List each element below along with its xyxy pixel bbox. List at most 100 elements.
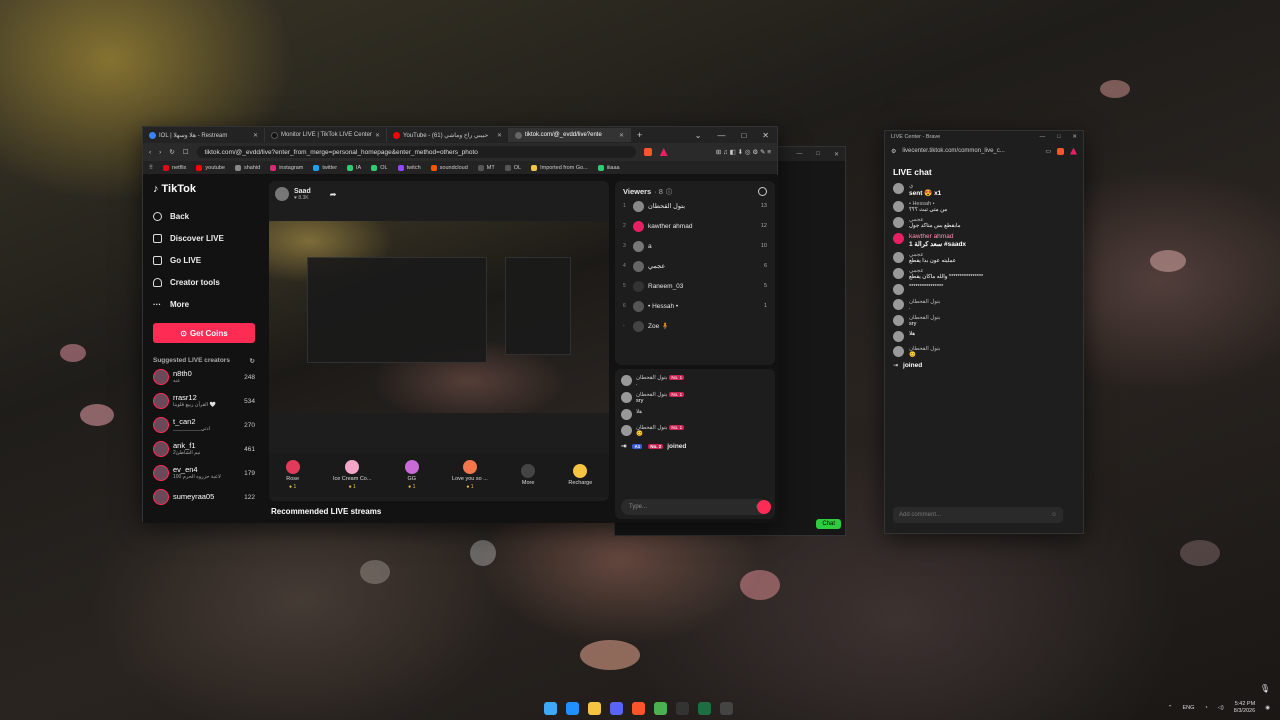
minimize-icon[interactable]: — — [1040, 134, 1046, 140]
creator-item[interactable]: sumeyraa05 122 — [153, 485, 255, 509]
settings-gear-icon[interactable] — [758, 187, 767, 196]
get-coins-button[interactable]: ⊙ Get Coins — [153, 323, 255, 343]
chevron-down-icon[interactable]: ⌄ — [695, 131, 702, 140]
viewer-row[interactable]: 6 • Hessah • 1 — [623, 296, 767, 316]
bookmark-item[interactable]: soundcloud — [430, 164, 468, 171]
bookmark-item[interactable]: twitter — [313, 164, 337, 171]
gift-item[interactable]: Recharge — [568, 464, 592, 486]
video-mini-window — [505, 257, 571, 355]
app-icon[interactable] — [676, 702, 689, 715]
wifi-icon[interactable]: ◔ — [1204, 705, 1207, 711]
windows-icon[interactable] — [544, 702, 557, 715]
gift-item[interactable]: Love you so ... ● 1 — [452, 460, 488, 490]
maximize-icon[interactable]: □ — [741, 131, 746, 140]
bookmark-icon[interactable]: ☐ — [183, 148, 189, 156]
creator-item[interactable]: t_can2 __________ادتي 270 — [153, 413, 255, 437]
viewer-row[interactable]: 5 Raneem_03 5 — [623, 276, 767, 296]
clock[interactable]: 5:42 PM 8/3/2026 — [1234, 701, 1255, 715]
close-window-icon[interactable]: ✕ — [762, 131, 769, 140]
info-icon[interactable]: ⓘ — [666, 187, 672, 196]
host-info[interactable]: Saad ♥ 8.3K ➦ — [275, 187, 336, 201]
refresh-icon[interactable]: ↻ — [250, 357, 255, 365]
viewer-row[interactable]: - Zoe 🧍 — [623, 316, 767, 336]
viewer-row[interactable]: 4 عجمي 6 — [623, 256, 767, 276]
back-arrow-icon[interactable]: ‹ — [149, 149, 151, 156]
nav-go-live[interactable]: Go LIVE — [153, 249, 255, 271]
heart-like-button[interactable] — [757, 500, 771, 514]
close-window-icon[interactable]: ✕ — [1072, 134, 1077, 140]
bookmark-item[interactable]: shahid — [234, 164, 260, 171]
discord-icon[interactable] — [610, 702, 623, 715]
bookmark-item[interactable]: IA — [347, 164, 361, 171]
notification-icon[interactable]: ◉ — [1265, 705, 1270, 711]
gift-item[interactable]: Rose ● 1 — [285, 460, 300, 490]
nav-more[interactable]: ··· More — [153, 293, 255, 315]
creator-item[interactable]: ev_en4 100 لاعبة حزروه الحرم 179 — [153, 461, 255, 485]
close-icon[interactable]: ✕ — [253, 132, 258, 139]
viewer-row[interactable]: 1 بتول القحطان 13 — [623, 196, 767, 216]
brave-shield-icon[interactable] — [643, 148, 652, 156]
tiktok-logo[interactable]: ♪ TikTok — [153, 183, 255, 195]
emoji-icon[interactable]: ☺ — [1051, 512, 1057, 518]
viewer-row[interactable]: 3 a 10 — [623, 236, 767, 256]
close-icon[interactable]: ✕ — [619, 132, 624, 139]
gift-item[interactable]: GG ● 1 — [404, 460, 419, 490]
reload-icon[interactable]: ↻ — [169, 148, 174, 156]
nav-creator-tools[interactable]: Creator tools — [153, 271, 255, 293]
bookmark-item[interactable]: OL — [371, 164, 388, 171]
bookmark-favicon-icon — [531, 164, 538, 171]
maximize-icon[interactable]: □ — [1057, 134, 1060, 140]
creator-item[interactable]: rrasr12 القرآن ربيع قلوبنا 🤍 534 — [153, 389, 255, 413]
tab-monitor-live[interactable]: Monitor LIVE | TikTok LIVE Center ✕ — [265, 128, 387, 142]
url-field[interactable]: tiktok.com/@_evdd/live?enter_from_merge=… — [196, 146, 636, 158]
brave-rewards-icon[interactable] — [659, 148, 668, 156]
bookmark-item[interactable]: OL — [504, 164, 521, 171]
forward-arrow-icon[interactable]: › — [159, 149, 161, 156]
language-indicator[interactable]: ENG — [1182, 705, 1194, 711]
nav-discover-live[interactable]: Discover LIVE — [153, 227, 255, 249]
live-video[interactable] — [269, 221, 609, 413]
gift-item[interactable]: More — [521, 464, 536, 486]
tab-restream[interactable]: IOL | هلا وسهلا - Restream ✕ — [143, 128, 265, 142]
gift-item[interactable]: Ice Cream Co... ● 1 — [333, 460, 371, 490]
brave-shield-icon[interactable] — [1057, 147, 1064, 155]
brave-rewards-icon[interactable] — [1070, 147, 1077, 155]
bookmark-item[interactable]: iiiaaa — [597, 164, 620, 171]
tune-icon[interactable]: ⚙ — [891, 148, 896, 155]
brave-icon[interactable] — [632, 702, 645, 715]
creator-item[interactable]: n8th0 عنه 248 — [153, 365, 255, 389]
bookmark-item[interactable]: twitch — [397, 164, 421, 171]
creator-item[interactable]: ank_f1 نيم الشاطئ2 461 — [153, 437, 255, 461]
volume-icon[interactable]: ◁) — [1218, 705, 1224, 711]
close-icon[interactable]: ✕ — [497, 132, 502, 139]
apps-grid-icon[interactable]: ⠿ — [149, 165, 153, 171]
chat-input[interactable]: Type...☺ — [621, 499, 771, 515]
bookmark-item[interactable]: Imported from Go... — [531, 164, 588, 171]
bookmark-item[interactable]: instagram — [270, 164, 303, 171]
add-comment-input[interactable]: Add comment... ☺ — [893, 507, 1063, 523]
chrome-icon[interactable] — [654, 702, 667, 715]
files-icon[interactable] — [588, 702, 601, 715]
extensions-icon[interactable]: ⊞ ♫ ◧ ⬇ ◎ ⚙ ✎ ≡ — [716, 148, 771, 156]
new-tab-icon[interactable]: + — [637, 130, 642, 140]
tab-tiktok-live[interactable]: tiktok.com/@_evdd/live?ente ✕ — [509, 128, 631, 142]
share-arrow-icon[interactable]: ➦ — [330, 190, 337, 199]
excel-icon[interactable] — [698, 702, 711, 715]
system-tray: ⌃ ENG ◔ ◁) 5:42 PM 8/3/2026 ◉ — [1168, 701, 1270, 715]
obs-icon[interactable] — [720, 702, 733, 715]
viewer-row[interactable]: 2 kawther ahmad 12 — [623, 216, 767, 236]
microphone-icon[interactable]: 🎙 — [1260, 684, 1270, 693]
host-likes: ♥ 8.3K — [294, 194, 309, 201]
bookmark-item[interactable]: netflix — [163, 164, 186, 171]
edge-icon[interactable] — [566, 702, 579, 715]
window-icon[interactable]: ▭ — [1045, 148, 1051, 155]
chevron-up-icon[interactable]: ⌃ — [1168, 705, 1173, 711]
bookmark-item[interactable]: youtube — [196, 164, 225, 171]
live-center-url[interactable]: livecenter.tiktok.com/common_live_c... — [902, 148, 1004, 154]
nav-back[interactable]: Back — [153, 205, 255, 227]
tab-youtube[interactable]: YouTube - حبيبي راح وماشي (61) ✕ — [387, 128, 509, 142]
close-icon[interactable]: ✕ — [375, 132, 380, 139]
minimize-icon[interactable]: — — [717, 131, 725, 140]
chat-button[interactable]: Chat — [816, 519, 841, 529]
bookmark-item[interactable]: MT — [477, 164, 495, 171]
